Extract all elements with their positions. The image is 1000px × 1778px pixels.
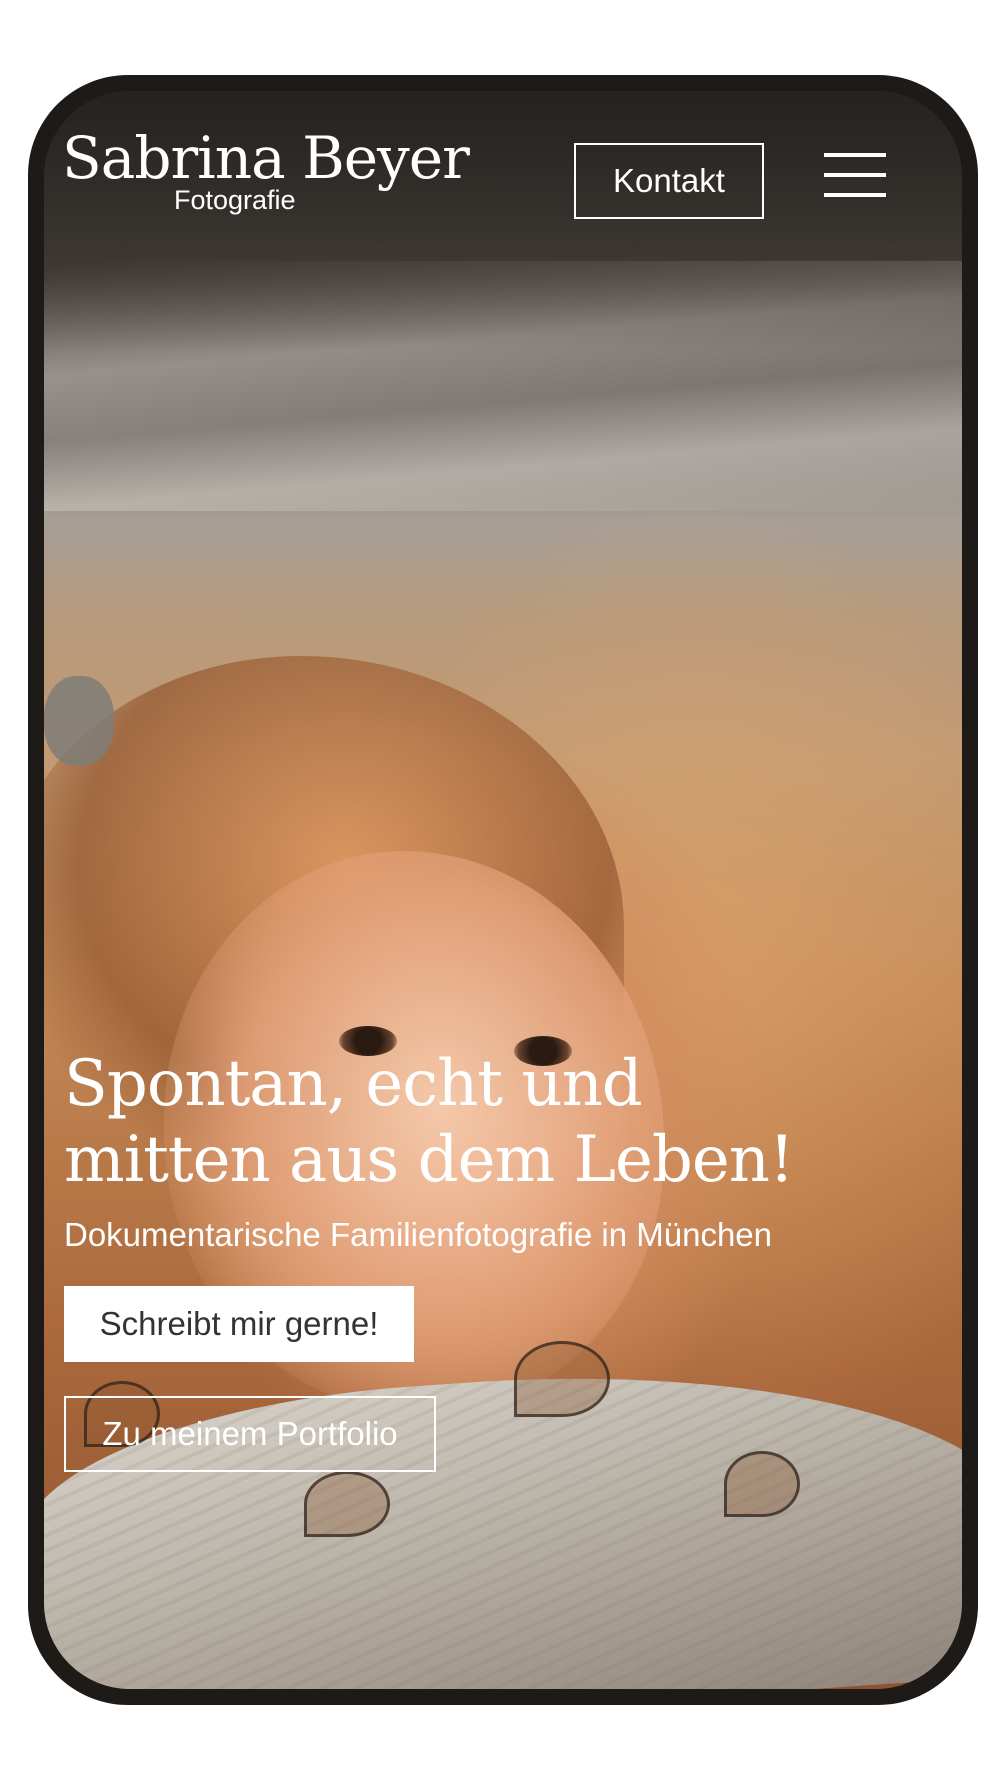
- hero-photo-hairclip: [44, 676, 114, 766]
- portfolio-button[interactable]: Zu meinem Portfolio: [64, 1396, 436, 1472]
- sweater-leaf-pattern: [724, 1451, 800, 1517]
- hero-title: Spontan, echt und mitten aus dem Leben!: [64, 1047, 795, 1197]
- write-me-button[interactable]: Schreibt mir gerne!: [64, 1286, 414, 1362]
- hamburger-menu-icon[interactable]: [824, 153, 886, 197]
- site-logo[interactable]: Sabrina Beyer Fotografie: [62, 124, 470, 216]
- hero-screen: Sabrina Beyer Fotografie Kontakt Spontan…: [44, 91, 962, 1689]
- logo-name: Sabrina Beyer: [62, 124, 470, 192]
- sweater-leaf-pattern: [514, 1341, 610, 1417]
- sweater-leaf-pattern: [304, 1471, 390, 1537]
- hero-subtitle: Dokumentarische Familienfotografie in Mü…: [64, 1216, 773, 1253]
- phone-frame: Sabrina Beyer Fotografie Kontakt Spontan…: [28, 75, 978, 1705]
- contact-button[interactable]: Kontakt: [574, 143, 764, 219]
